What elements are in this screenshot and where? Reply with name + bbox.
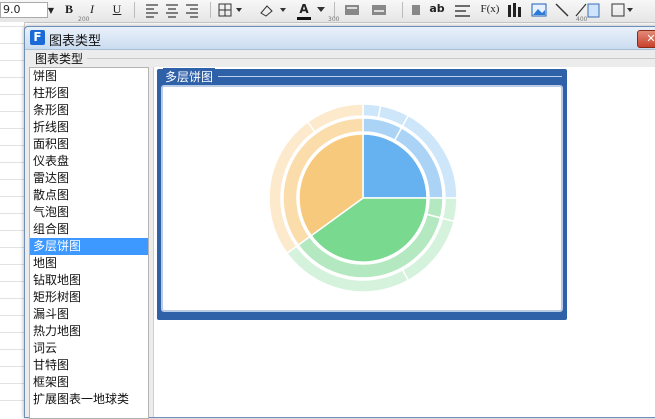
sheet-row-line xyxy=(0,145,24,146)
chart-type-item[interactable]: 钻取地图 xyxy=(30,272,148,289)
wrap-icon[interactable] xyxy=(410,3,422,17)
chart-type-item[interactable]: 框架图 xyxy=(30,374,148,391)
chart-type-item[interactable]: 折线图 xyxy=(30,119,148,136)
chart-type-item[interactable]: 矩形树图 xyxy=(30,289,148,306)
sheet-row-line xyxy=(0,281,24,282)
chart-type-item[interactable]: 地图 xyxy=(30,255,148,272)
fill-color-icon[interactable] xyxy=(258,3,288,17)
preview-canvas[interactable] xyxy=(161,85,563,312)
chart-type-item[interactable]: 雷达图 xyxy=(30,170,148,187)
sheet-row-line xyxy=(0,264,24,265)
chart-type-item[interactable]: 饼图 xyxy=(30,68,148,85)
sheet-row-line xyxy=(0,213,24,214)
sheet-row-line xyxy=(0,128,24,129)
line-tool-icon xyxy=(555,3,569,17)
background-sheet xyxy=(0,22,25,409)
sheet-row-line xyxy=(0,60,24,61)
group-divider xyxy=(87,58,655,59)
align-justify-icon[interactable] xyxy=(454,3,472,17)
border-icon[interactable] xyxy=(218,3,244,17)
sheet-row-line xyxy=(0,162,24,163)
sheet-row-line xyxy=(0,179,24,180)
preview-label: 多层饼图 xyxy=(163,68,216,85)
sheet-row-line xyxy=(0,111,24,112)
ruler: 200 300 400 xyxy=(68,16,655,23)
sheet-row-line xyxy=(0,366,24,367)
app-toolbar: 9.0 ▼ B I U A ab F(x) 200 300 400 xyxy=(0,0,655,23)
chart-type-item[interactable]: 条形图 xyxy=(30,102,148,119)
merge-icons[interactable] xyxy=(344,3,394,17)
sheet-row-line xyxy=(0,383,24,384)
sheet-row-line xyxy=(0,77,24,78)
slash-icon xyxy=(575,3,587,17)
chevron-down-icon[interactable]: ▼ xyxy=(46,3,56,21)
pie-slice-level-3-4 xyxy=(441,197,458,223)
dialog-title: 图表类型 xyxy=(49,34,102,49)
pie-slice-level-3-1 xyxy=(362,103,382,119)
sheet-row-line xyxy=(0,349,24,350)
dialog-titlebar[interactable]: F 图表类型 ✕ xyxy=(25,27,655,50)
preview-area: 多层饼图 xyxy=(153,67,655,417)
sheet-row-line xyxy=(0,332,24,333)
multi-level-pie-chart xyxy=(268,103,458,293)
chevron-down-icon[interactable] xyxy=(316,6,326,14)
font-size-field[interactable]: 9.0 xyxy=(0,2,48,18)
close-button[interactable]: ✕ xyxy=(637,30,655,48)
chart-type-item[interactable]: 散点图 xyxy=(30,187,148,204)
group-label: 图表类型 xyxy=(33,50,86,67)
sheet-row-line xyxy=(0,230,24,231)
app-logo-icon: F xyxy=(30,30,45,45)
chart-type-item[interactable]: 气泡图 xyxy=(30,204,148,221)
sheet-row-line xyxy=(0,196,24,197)
sheet-row-line xyxy=(0,400,24,401)
ruler-mark: 400 xyxy=(576,16,588,23)
chart-type-item[interactable]: 扩展图表一地球类 xyxy=(30,391,148,408)
image-icon xyxy=(531,3,547,17)
sheet-row-line xyxy=(0,298,24,299)
chart-type-item[interactable]: 仪表盘 xyxy=(30,153,148,170)
sheet-row-line xyxy=(0,43,24,44)
sheet-row-line xyxy=(0,94,24,95)
sheet-row-line xyxy=(0,26,24,27)
chart-type-item[interactable]: 多层饼图 xyxy=(30,238,148,255)
ruler-mark: 300 xyxy=(328,16,340,23)
column-chart-icon xyxy=(508,3,521,17)
preview-frame-line xyxy=(218,76,562,77)
chart-type-item[interactable]: 柱形图 xyxy=(30,85,148,102)
chart-type-item[interactable]: 甘特图 xyxy=(30,357,148,374)
sheet-row-line xyxy=(0,315,24,316)
chart-type-item[interactable]: 漏斗图 xyxy=(30,306,148,323)
chart-type-item[interactable]: 热力地图 xyxy=(30,323,148,340)
sheet-row-line xyxy=(0,247,24,248)
preview-frame: 多层饼图 xyxy=(157,68,567,320)
chart-type-item[interactable]: 组合图 xyxy=(30,221,148,238)
chart-type-item[interactable]: 词云 xyxy=(30,340,148,357)
chart-type-item[interactable]: 面积图 xyxy=(30,136,148,153)
chart-type-list[interactable]: 饼图 柱形图 条形图 折线图 面积图 仪表盘 雷达图 散点图 气泡图 组合图 多层饼图 地图 钻取地图矩… xyxy=(29,67,149,419)
ruler-mark: 200 xyxy=(78,16,90,23)
dropdown-box-icon xyxy=(611,3,633,17)
chart-type-dialog: F 图表类型 ✕ 图表类型 饼图 柱形图 条形图 折线图 面积图 仪表盘 雷达图 散点图 气泡图… xyxy=(24,26,655,419)
